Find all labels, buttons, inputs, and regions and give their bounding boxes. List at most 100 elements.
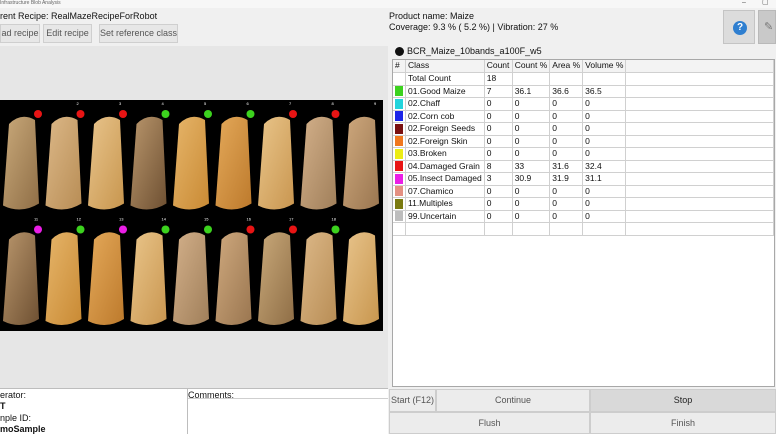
grain-number: 4 [162,101,165,106]
results-table-panel: # Class Count Count % Area % Volume % To… [392,59,775,387]
empty-cell [393,222,406,236]
header-count-pct[interactable]: Count % [512,60,551,73]
continue-button[interactable]: Continue [436,389,590,412]
grain-kernel [343,116,379,210]
table-row[interactable]: 03.Broken 0 0 0 0 [393,147,774,161]
start-button[interactable]: Start (F12) [389,389,436,412]
class-color-swatch [395,161,403,172]
grain-image-panel[interactable]: 2 3 4 5 6 7 8 9 11 12 13 14 15 16 17 18 [0,100,383,331]
dataset-name: BCR_Maize_10bands_a100F_w5 [407,46,542,56]
empty-cell [583,273,626,286]
class-color-swatch [395,123,403,134]
help-button[interactable]: ? [723,10,755,44]
header-class[interactable]: Class [405,60,485,73]
table-row[interactable]: 02.Corn cob 0 0 0 0 [393,110,774,123]
grain-class-marker [246,110,255,118]
count-pct-cell: 0 [512,185,551,198]
filler-cell [625,97,774,111]
count-cell: 7 [484,85,513,98]
minimize-button[interactable]: – [742,0,746,7]
table-row[interactable]: 05.Insect Damaged 3 30.9 31.9 31.1 [393,172,774,186]
sample-id-value[interactable]: moSample [0,424,46,434]
class-color-cell [393,85,406,98]
empty-cell [512,248,550,261]
empty-cell [626,335,774,348]
empty-cell [512,335,550,348]
count-pct-cell: 36.1 [512,85,551,98]
class-color-swatch [395,86,403,97]
empty-row [393,323,774,336]
grain-number: 5 [204,101,207,106]
count-cell: 0 [484,147,513,161]
class-cell: 99.Uncertain [405,210,485,223]
table-row[interactable]: 02.Foreign Skin 0 0 0 0 [393,135,774,148]
volume-pct-cell: 0 [582,97,627,111]
volume-pct-cell: 36.5 [582,85,627,98]
area-pct-cell: 0 [549,147,584,161]
table-row[interactable]: 11.Multiples 0 0 0 0 [393,197,774,211]
count-pct-cell [512,72,551,86]
filler-cell [625,110,774,123]
empty-cell [549,222,584,236]
comments-input[interactable] [188,398,388,434]
class-color-swatch [395,111,403,122]
empty-cell [583,248,626,261]
table-row[interactable]: 02.Chaff 0 0 0 0 [393,97,774,111]
app-window: Infrastructure Blob Analysis – ▢ rent Re… [0,0,776,434]
count-pct-cell: 0 [512,122,551,136]
stop-button[interactable]: Stop [590,389,776,412]
header-area-pct[interactable]: Area % [549,60,584,73]
header-volume-pct[interactable]: Volume % [582,60,627,73]
grain-number: 18 [332,217,337,222]
empty-cell [393,298,406,311]
empty-cell [626,323,774,336]
empty-cell [406,298,485,311]
class-cell: 04.Damaged Grain [405,160,485,173]
filler-cell [625,122,774,136]
flush-button[interactable]: Flush [389,412,590,434]
grain-number: 13 [119,217,124,222]
tools-button[interactable]: ✎ [758,10,776,44]
empty-row [393,335,774,348]
empty-cell [626,310,774,323]
set-reference-class-button[interactable]: Set reference class [99,24,178,43]
empty-cell [512,323,550,336]
edit-recipe-button[interactable]: Edit recipe [43,24,92,43]
table-row[interactable]: Total Count 18 [393,72,774,86]
empty-cell [550,260,583,273]
empty-cell [484,248,512,261]
class-cell: 01.Good Maize [405,85,485,98]
volume-pct-cell: 0 [582,135,627,148]
table-row[interactable]: 02.Foreign Seeds 0 0 0 0 [393,122,774,136]
grain-number: 9 [374,101,377,106]
grain-class-marker [161,110,170,118]
empty-cell [626,260,774,273]
filler-cell [625,72,774,86]
grain-class-marker [34,110,42,118]
table-row[interactable]: 07.Chamico 0 0 0 0 [393,185,774,198]
table-row[interactable]: 01.Good Maize 7 36.1 36.6 36.5 [393,85,774,98]
load-recipe-button[interactable]: ad recipe [0,24,40,43]
maximize-button[interactable]: ▢ [762,0,769,7]
grain-class-marker [289,225,297,234]
table-row[interactable]: 99.Uncertain 0 0 0 0 [393,210,774,223]
header-count[interactable]: Count [484,60,513,73]
empty-row [393,222,774,236]
class-color-cell [393,185,406,198]
class-cell: 11.Multiples [405,197,485,211]
class-color-swatch [395,211,403,222]
empty-cell [484,285,512,298]
empty-cell [484,310,512,323]
operator-label: erator: [0,390,27,400]
count-cell: 3 [484,172,513,186]
empty-cell [583,335,626,348]
volume-pct-cell: 32.4 [582,160,627,173]
filler-cell [625,172,774,186]
empty-cell [512,235,550,248]
grain-class-marker [204,110,212,118]
table-row[interactable]: 04.Damaged Grain 8 33 31.6 32.4 [393,160,774,173]
finish-button[interactable]: Finish [590,412,776,434]
empty-cell [550,310,583,323]
grain-number: 12 [77,217,82,222]
operator-value[interactable]: T [0,401,6,411]
